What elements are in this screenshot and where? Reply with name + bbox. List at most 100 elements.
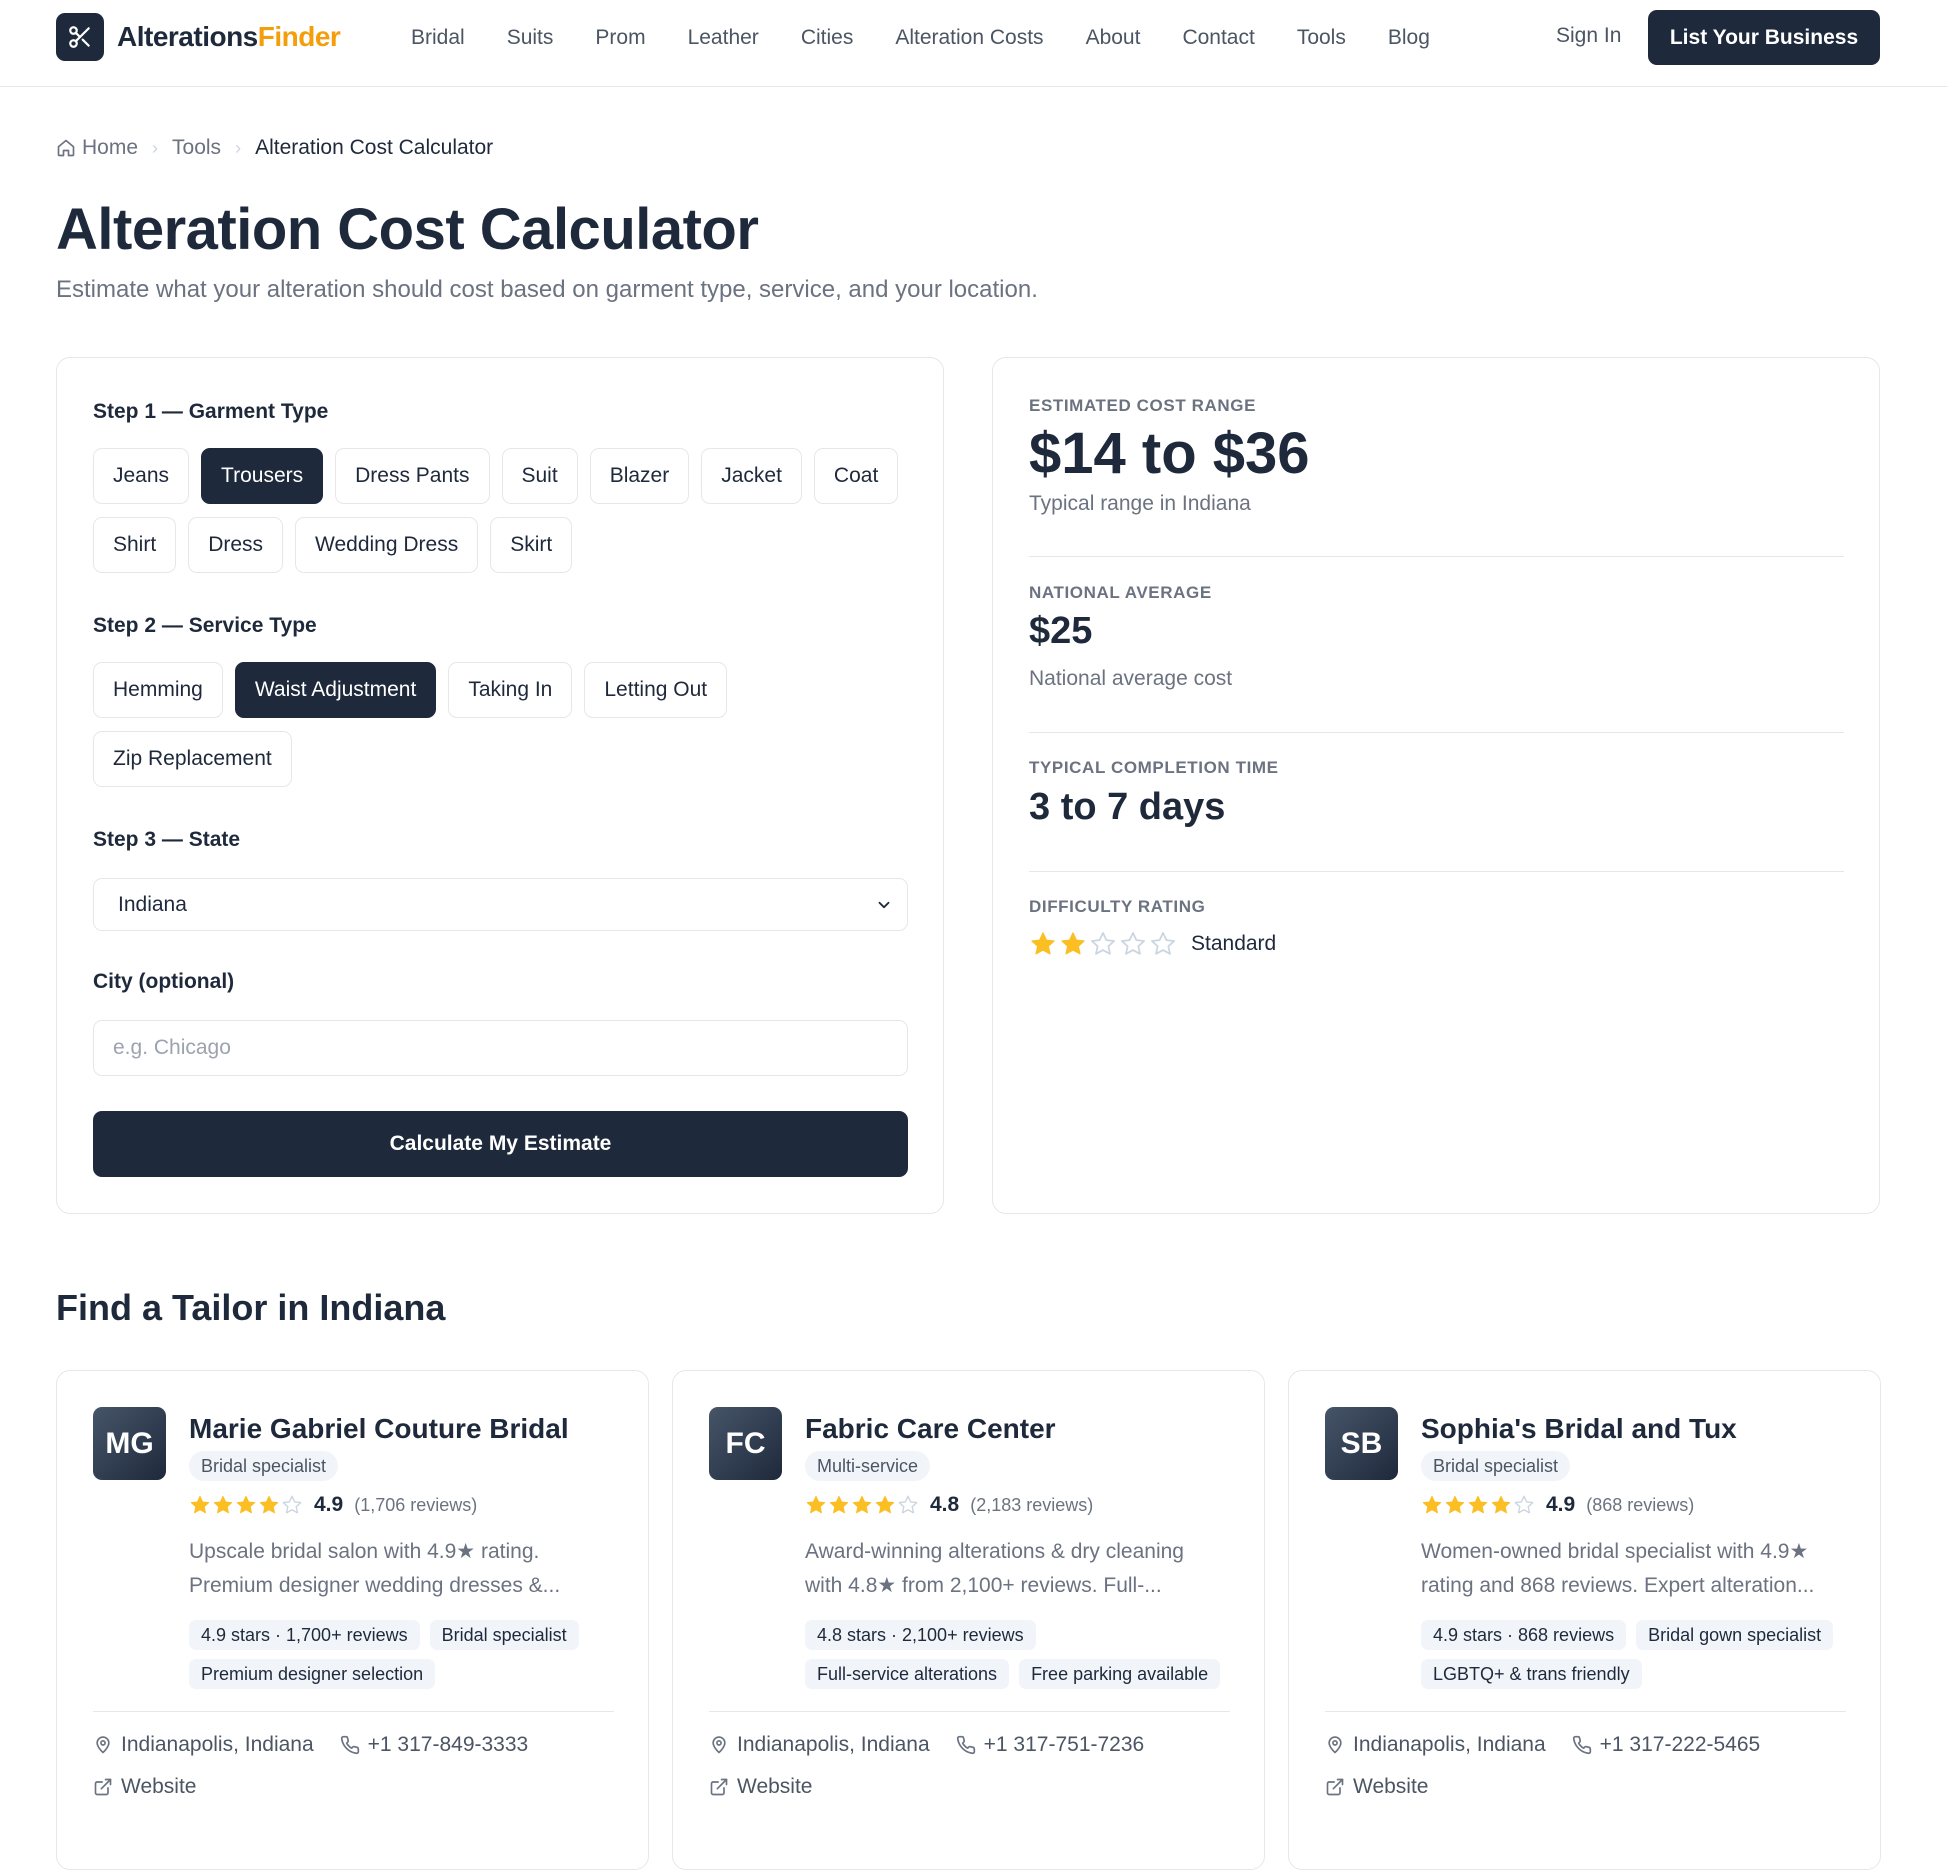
description-line: with 4.8★ from 2,100+ reviews. Full-... <box>805 1574 1162 1597</box>
tailor-tag: Bridal gown specialist <box>1636 1620 1834 1650</box>
nav-prom[interactable]: Prom <box>595 26 645 50</box>
garment-type-options: Jeans Trousers Dress Pants Suit Blazer J… <box>93 448 913 573</box>
service-chip-zip-replacement[interactable]: Zip Replacement <box>93 731 292 787</box>
star-filled-icon <box>852 1495 872 1514</box>
tailor-contact: Indianapolis, Indiana +1 317-751-7236 <box>709 1733 1170 1757</box>
nav-blog[interactable]: Blog <box>1388 26 1430 50</box>
tailor-tag: Premium designer selection <box>189 1659 436 1689</box>
city-label: City (optional) <box>93 970 235 993</box>
tailor-rating: 4.8 (2,183 reviews) <box>805 1493 1093 1517</box>
service-chip-hemming[interactable]: Hemming <box>93 662 223 718</box>
tailor-name[interactable]: Sophia's Bridal and Tux <box>1421 1413 1737 1445</box>
phone-icon <box>340 1735 359 1755</box>
rating-score: 4.9 <box>1546 1493 1576 1516</box>
divider <box>709 1711 1230 1712</box>
difficulty-text: Standard <box>1191 932 1277 955</box>
nav-suits[interactable]: Suits <box>507 26 554 50</box>
map-pin-icon <box>96 1736 110 1754</box>
star-empty-icon <box>1121 932 1145 955</box>
calculate-estimate-button[interactable]: Calculate My Estimate <box>93 1111 908 1177</box>
tailor-card[interactable]: MG Marie Gabriel Couture Bridal Bridal s… <box>56 1370 649 1870</box>
tailor-website-link[interactable]: Website <box>1325 1775 1428 1799</box>
star-filled-icon <box>213 1495 233 1514</box>
tailor-tag: Bridal specialist <box>429 1620 579 1650</box>
tailor-tag: Free parking available <box>1019 1659 1221 1689</box>
list-business-button[interactable]: List Your Business <box>1648 10 1880 65</box>
review-count: (868 reviews) <box>1586 1494 1695 1515</box>
breadcrumb-tools[interactable]: Tools <box>172 136 221 160</box>
city-input[interactable] <box>93 1020 908 1076</box>
garment-chip-dress-pants[interactable]: Dress Pants <box>335 448 490 504</box>
garment-chip-jeans[interactable]: Jeans <box>93 448 190 504</box>
external-link-icon <box>710 1778 728 1796</box>
chevron-down-icon <box>878 901 890 909</box>
tailor-phone[interactable]: +1 317-222-5465 <box>1572 1733 1761 1757</box>
garment-chip-jacket[interactable]: Jacket <box>701 448 802 504</box>
garment-chip-coat[interactable]: Coat <box>813 448 899 504</box>
logo-text-accent: Finder <box>257 21 341 52</box>
tailor-contact: Indianapolis, Indiana +1 317-849-3333 <box>93 1733 554 1757</box>
step2-label: Step 2 — Service Type <box>93 614 317 637</box>
state-select[interactable]: Indiana <box>93 878 908 931</box>
nav-about[interactable]: About <box>1086 26 1141 50</box>
tailor-website-link[interactable]: Website <box>93 1775 196 1799</box>
star-empty-icon <box>282 1495 302 1514</box>
phone-text: +1 317-751-7236 <box>983 1733 1145 1756</box>
divider <box>1029 556 1844 557</box>
breadcrumb-home[interactable]: Home <box>56 136 138 160</box>
website-text: Website <box>737 1775 813 1798</box>
star-empty-icon <box>898 1495 918 1514</box>
national-average-value: $25 <box>1029 610 1093 652</box>
tailor-website-link[interactable]: Website <box>709 1775 812 1799</box>
difficulty-stars <box>1029 930 1177 958</box>
service-chip-waist-adjustment[interactable]: Waist Adjustment <box>234 662 437 718</box>
tailor-name[interactable]: Fabric Care Center <box>805 1413 1056 1445</box>
map-pin-icon <box>712 1736 726 1754</box>
service-type-options: Hemming Waist Adjustment Taking In Letti… <box>93 662 913 787</box>
nav-tools[interactable]: Tools <box>1297 26 1346 50</box>
tailor-category-badge: Bridal specialist <box>189 1451 339 1481</box>
garment-chip-trousers[interactable]: Trousers <box>201 448 324 504</box>
site-logo[interactable]: AlterationsFinder <box>56 13 341 61</box>
service-chip-letting-out[interactable]: Letting Out <box>584 662 728 718</box>
star-filled-icon <box>1468 1495 1488 1514</box>
garment-chip-wedding-dress[interactable]: Wedding Dress <box>295 517 479 573</box>
website-text: Website <box>1353 1775 1429 1798</box>
chevron-right-icon: › <box>152 137 159 158</box>
garment-chip-suit[interactable]: Suit <box>501 448 578 504</box>
external-link-icon <box>94 1778 112 1796</box>
tailor-category-badge: Multi-service <box>805 1451 931 1481</box>
nav-bridal[interactable]: Bridal <box>411 26 465 50</box>
star-filled-icon <box>259 1495 279 1514</box>
nav-leather[interactable]: Leather <box>688 26 759 50</box>
divider <box>93 1711 614 1712</box>
tailor-name[interactable]: Marie Gabriel Couture Bridal <box>189 1413 569 1445</box>
tailor-location: Indianapolis, Indiana <box>1325 1733 1546 1757</box>
garment-chip-blazer[interactable]: Blazer <box>589 448 690 504</box>
website-text: Website <box>121 1775 197 1798</box>
phone-text: +1 317-222-5465 <box>1599 1733 1761 1756</box>
star-filled-icon <box>806 1495 826 1514</box>
garment-chip-shirt[interactable]: Shirt <box>93 517 177 573</box>
star-empty-icon <box>1091 932 1115 955</box>
divider <box>1325 1711 1846 1712</box>
tailor-phone[interactable]: +1 317-849-3333 <box>340 1733 528 1757</box>
nav-alteration-costs[interactable]: Alteration Costs <box>895 26 1043 50</box>
nav-cities[interactable]: Cities <box>801 26 854 50</box>
tailor-location: Indianapolis, Indiana <box>93 1733 314 1757</box>
sign-in-link[interactable]: Sign In <box>1556 24 1621 48</box>
star-filled-icon <box>1422 1495 1442 1514</box>
garment-chip-skirt[interactable]: Skirt <box>490 517 573 573</box>
rating-stars <box>805 1494 919 1516</box>
external-link-icon <box>1326 1778 1344 1796</box>
national-average-label: NATIONAL AVERAGE <box>1029 583 1212 602</box>
tailor-card[interactable]: SB Sophia's Bridal and Tux Bridal specia… <box>1288 1370 1881 1870</box>
tailor-phone[interactable]: +1 317-751-7236 <box>956 1733 1145 1757</box>
nav-contact[interactable]: Contact <box>1182 26 1254 50</box>
tailor-card[interactable]: FC Fabric Care Center Multi-service 4.8 … <box>672 1370 1265 1870</box>
garment-chip-dress[interactable]: Dress <box>188 517 284 573</box>
service-chip-taking-in[interactable]: Taking In <box>448 662 573 718</box>
breadcrumb-current: Alteration Cost Calculator <box>255 136 494 159</box>
tailor-tag: 4.9 stars · 868 reviews <box>1421 1620 1627 1650</box>
rating-stars <box>1421 1494 1535 1516</box>
